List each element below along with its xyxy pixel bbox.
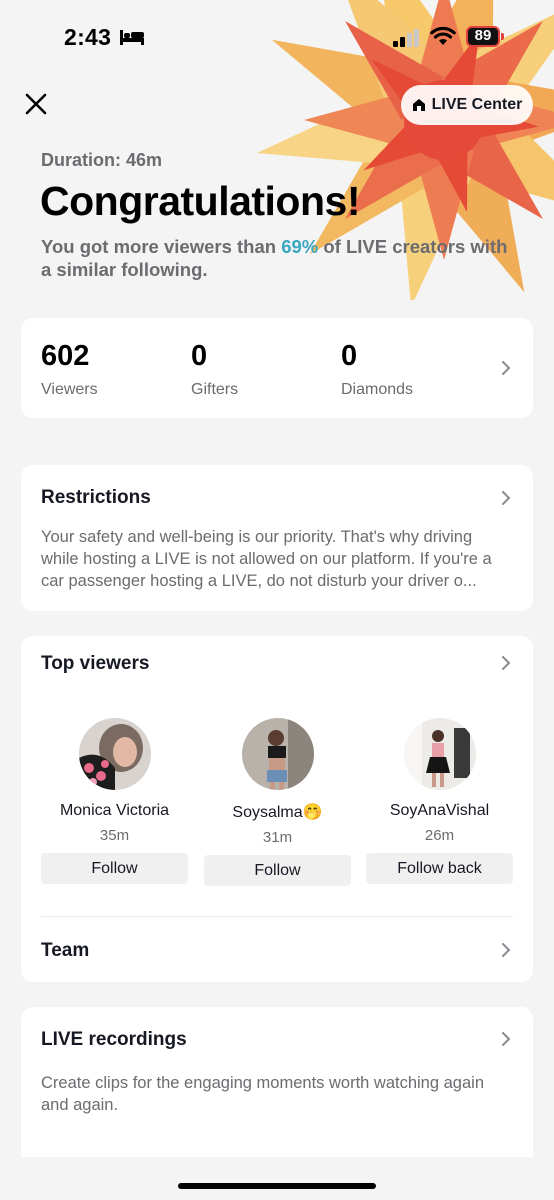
viewer-item: SoyAnaVishal 26m Follow back — [366, 718, 513, 884]
sleep-bed-icon — [120, 28, 144, 51]
top-viewers-title: Top viewers — [41, 653, 150, 674]
live-recordings-body: Create clips for the engaging moments wo… — [41, 1074, 484, 1114]
page-title: Congratulations! — [40, 178, 360, 224]
avatar[interactable] — [241, 718, 314, 790]
chevron-right-icon — [502, 361, 510, 375]
close-button[interactable] — [22, 90, 50, 118]
chevron-right-icon — [502, 491, 510, 505]
divider — [41, 916, 513, 917]
viewer-name: SoyAnaVishal — [389, 802, 490, 819]
home-indicator[interactable] — [178, 1183, 376, 1189]
viewer-watch-time: 35m — [99, 827, 130, 844]
subtitle-prefix: You got more viewers than — [41, 236, 282, 257]
close-icon — [25, 93, 47, 115]
stat-viewers: 602 Viewers — [41, 340, 98, 399]
top-viewers-card: Top viewers Monica Victoria 35m Follow S… — [21, 636, 533, 982]
viewer-item: Soysalma🤭 31m Follow — [204, 718, 351, 886]
stat-diamonds: 0 Diamonds — [341, 340, 413, 399]
status-bar: 2:43 89 — [0, 0, 554, 76]
status-time: 2:43 — [64, 24, 112, 50]
live-center-button[interactable]: LIVE Center — [401, 85, 533, 125]
live-recordings-card[interactable]: LIVE recordings Create clips for the eng… — [21, 1007, 533, 1157]
viewer-watch-time: 31m — [262, 829, 293, 846]
stat-label: Gifters — [191, 381, 239, 398]
chevron-right-icon[interactable] — [499, 656, 513, 670]
chevron-right-icon — [502, 943, 510, 957]
restrictions-body: Your safety and well-being is our priori… — [41, 528, 492, 590]
viewer-name: Monica Victoria — [59, 802, 170, 819]
follow-button[interactable]: Follow — [204, 855, 351, 886]
stat-value: 0 — [191, 340, 208, 372]
stat-value: 602 — [41, 340, 90, 372]
chevron-right-icon — [502, 1032, 510, 1046]
restrictions-title: Restrictions — [41, 487, 151, 508]
follow-back-button[interactable]: Follow back — [366, 853, 513, 884]
viewer-name: Soysalma🤭 — [232, 804, 323, 821]
follow-button[interactable]: Follow — [41, 853, 188, 884]
live-duration: Duration: 46m — [41, 150, 163, 170]
avatar[interactable] — [403, 718, 476, 790]
battery-level: 89 — [474, 27, 492, 44]
cellular-signal-icon — [393, 29, 421, 52]
stat-gifters: 0 Gifters — [191, 340, 238, 399]
battery-indicator: 89 — [466, 26, 506, 47]
team-row[interactable]: Team — [41, 940, 89, 962]
summary-subtitle: You got more viewers than 69% of LIVE cr… — [41, 235, 511, 281]
wifi-icon — [430, 26, 456, 51]
viewer-watch-time: 26m — [424, 827, 455, 844]
viewer-item: Monica Victoria 35m Follow — [41, 718, 188, 884]
stat-label: Diamonds — [341, 381, 414, 398]
stats-card[interactable]: 602 Viewers 0 Gifters 0 Diamonds — [21, 318, 533, 418]
subtitle-percent: 69% — [281, 236, 319, 257]
live-center-label: LIVE Center — [431, 96, 523, 113]
stat-label: Viewers — [41, 381, 98, 398]
restrictions-card[interactable]: Restrictions Your safety and well-being … — [21, 465, 533, 611]
stat-value: 0 — [341, 340, 358, 372]
avatar[interactable] — [78, 718, 151, 790]
live-recordings-title: LIVE recordings — [41, 1029, 187, 1050]
home-icon — [412, 99, 425, 111]
